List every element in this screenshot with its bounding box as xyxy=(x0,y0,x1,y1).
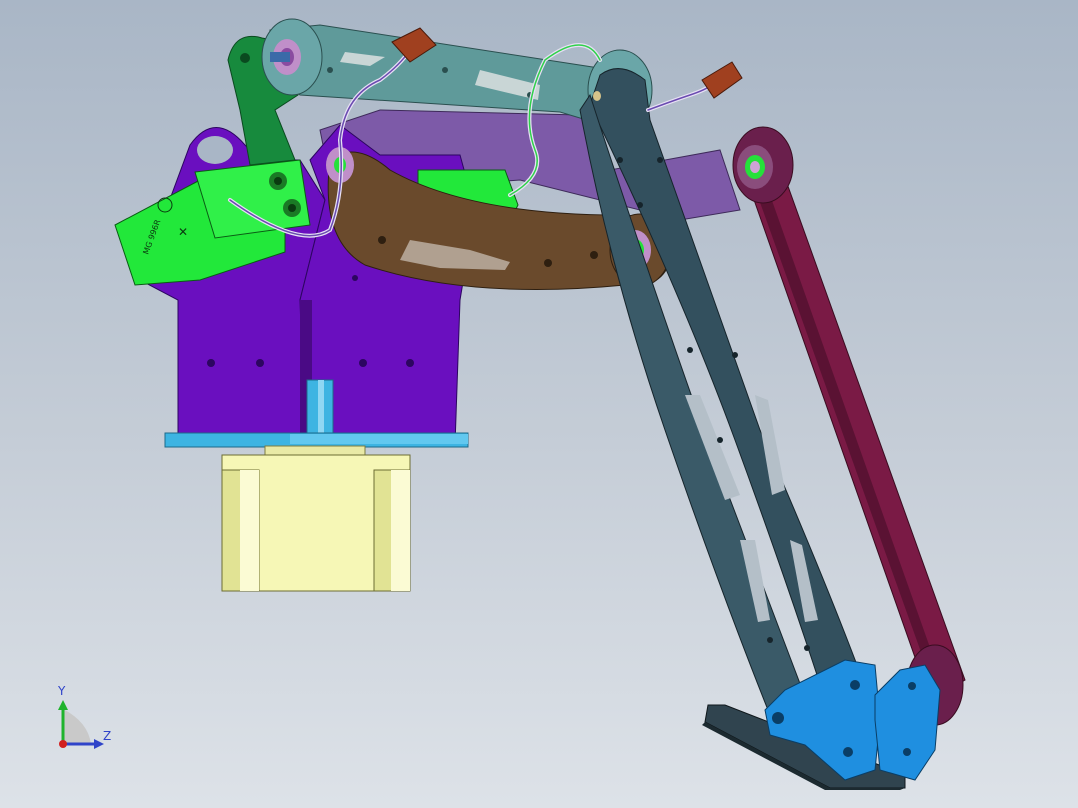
robot-arm-model[interactable]: MG 996R ✕ xyxy=(0,0,1078,808)
cad-viewport[interactable]: MG 996R ✕ Y Z xyxy=(0,0,1078,808)
axis-triad: Y Z xyxy=(46,684,126,754)
svg-text:✕: ✕ xyxy=(178,225,188,239)
z-axis-label: Z xyxy=(103,729,112,743)
stepper-motor[interactable] xyxy=(221,445,411,592)
y-axis-label: Y xyxy=(58,684,66,698)
